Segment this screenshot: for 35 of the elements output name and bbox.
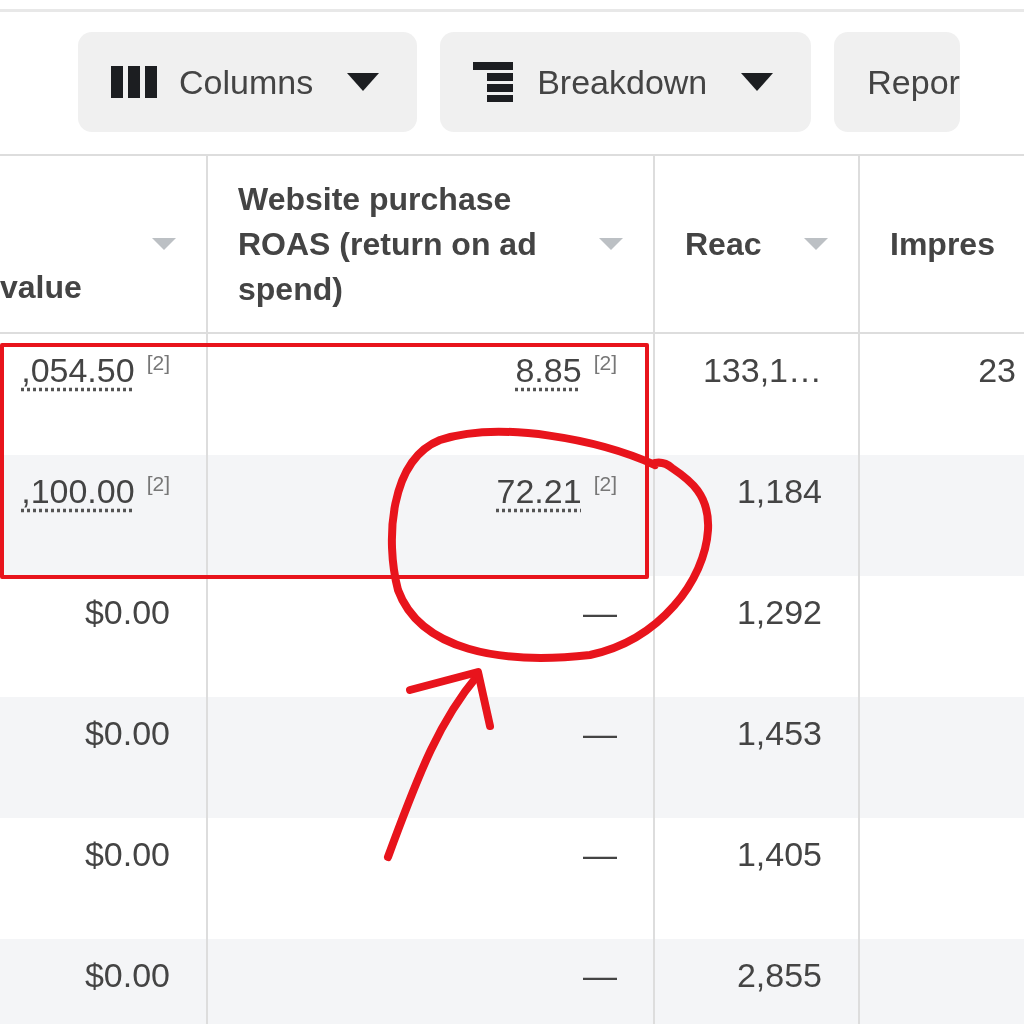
sort-caret-icon[interactable]: [804, 238, 828, 250]
cell-value: 1,184: [736, 471, 822, 511]
column-header: Website purchase ROAS (return on ad spend): [238, 179, 538, 309]
cell-value: 1,405: [736, 834, 822, 874]
cell-value: ,054.50: [21, 350, 135, 390]
cell-value: 72.21: [496, 471, 582, 511]
footnote-mark: [2]: [146, 471, 170, 497]
column-header: value: [0, 268, 83, 307]
breakdown-button[interactable]: Breakdown: [440, 32, 812, 132]
cell-value: —: [583, 592, 617, 632]
sort-caret-icon[interactable]: [599, 238, 623, 250]
sort-caret-icon[interactable]: [152, 238, 176, 250]
cell-value: $0.00: [84, 713, 170, 753]
footnote-mark: [2]: [146, 350, 170, 376]
cell-value: 8.85: [515, 350, 582, 390]
cell-value: 1,292: [736, 592, 822, 632]
columns-icon: [111, 66, 157, 98]
cell-value: ,100.00: [21, 471, 135, 511]
column-header: Impres: [890, 224, 995, 264]
cell-value: 133,1…: [702, 350, 822, 390]
cell-value: —: [583, 713, 617, 753]
reports-button[interactable]: Repor: [834, 32, 960, 132]
cell-value: $0.00: [84, 955, 170, 995]
cell-value: —: [583, 834, 617, 874]
cell-value: —: [583, 955, 617, 995]
columns-button[interactable]: Columns: [78, 32, 418, 132]
footnote-mark: [2]: [593, 350, 617, 376]
breakdown-icon: [473, 62, 516, 102]
cell-value: 23: [978, 350, 1016, 390]
cell-value: $0.00: [84, 592, 170, 632]
cell-value: $0.00: [84, 834, 170, 874]
cell-value: 1,453: [736, 713, 822, 753]
cell-value: 2,855: [736, 955, 822, 995]
footnote-mark: [2]: [593, 471, 617, 497]
column-header: Reac: [685, 224, 763, 264]
